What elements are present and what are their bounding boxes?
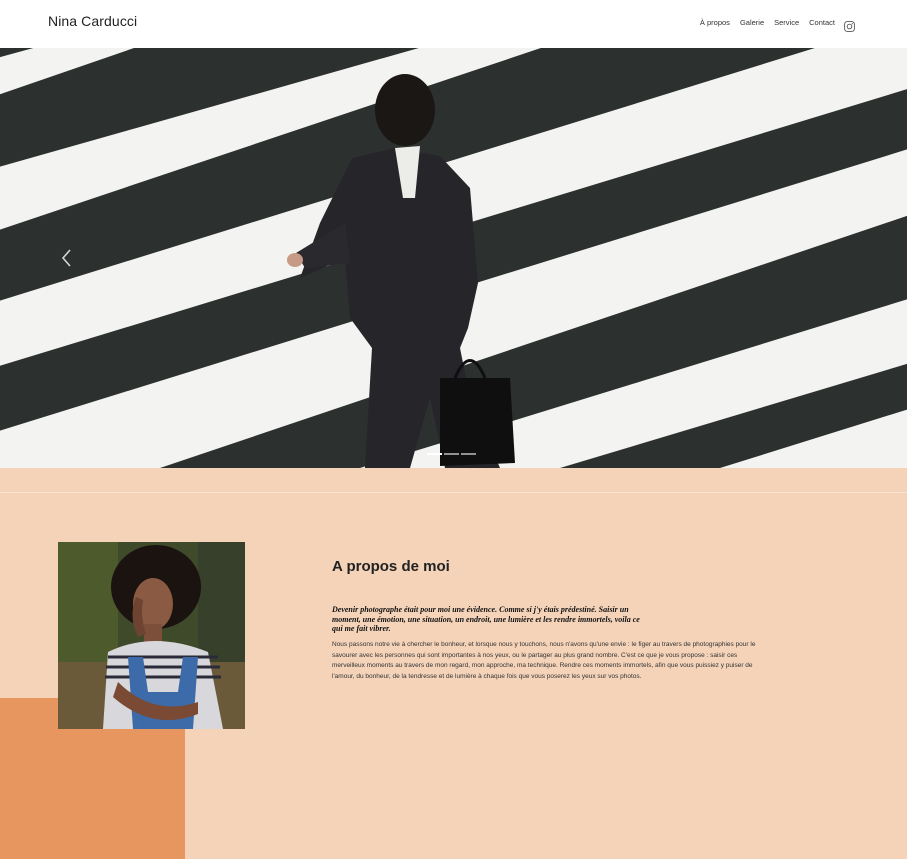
instagram-icon[interactable]: [844, 17, 855, 32]
section-divider: [0, 492, 907, 493]
nav-link-service[interactable]: Service: [774, 18, 799, 27]
nav-link-contact[interactable]: Contact: [809, 18, 835, 27]
hero-carousel[interactable]: [0, 48, 907, 468]
about-section: A propos de moi Devenir photographe étai…: [0, 468, 907, 859]
carousel-indicator[interactable]: [427, 453, 442, 455]
carousel-indicator[interactable]: [444, 453, 459, 455]
nav-link-gallery[interactable]: Galerie: [740, 18, 764, 27]
hero-image: [0, 48, 907, 468]
carousel-indicator[interactable]: [461, 453, 476, 455]
about-body: Nous passons notre vie à chercher le bon…: [332, 641, 756, 680]
about-lead: Devenir photographe était pour moi une é…: [332, 605, 640, 633]
nav-link-about[interactable]: À propos: [700, 18, 730, 27]
brand-name[interactable]: Nina Carducci: [48, 13, 137, 29]
site-header: Nina Carducci À propos Galerie Service C…: [0, 0, 907, 48]
portrait-photo: [58, 542, 245, 729]
main-nav: À propos Galerie Service Contact: [690, 17, 855, 32]
carousel-indicators: [427, 453, 476, 455]
chevron-left-icon[interactable]: [60, 248, 74, 268]
about-title: A propos de moi: [332, 558, 450, 575]
